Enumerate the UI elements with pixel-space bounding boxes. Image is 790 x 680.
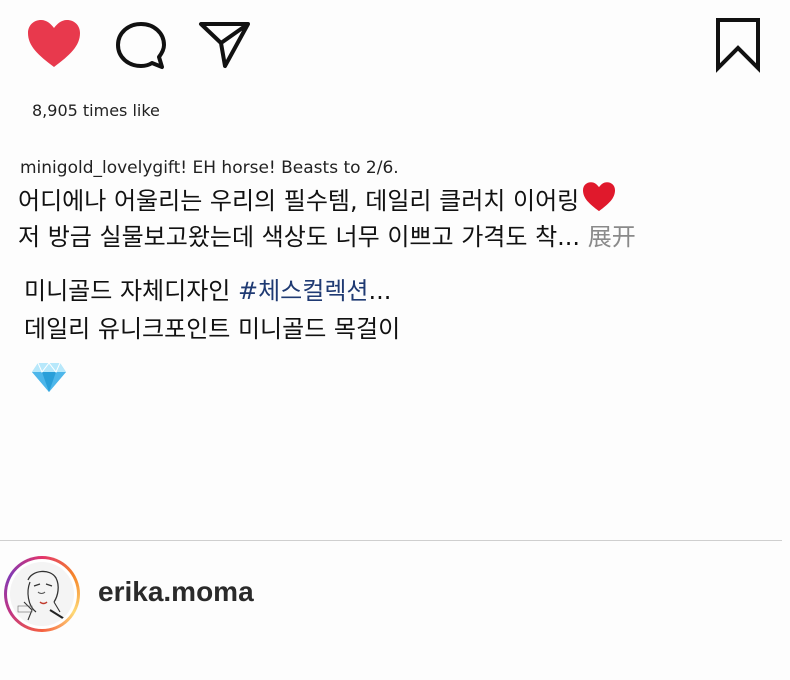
share-button[interactable] [198, 18, 252, 70]
caption-ellipsis: ... [368, 277, 392, 305]
bookmark-icon [716, 18, 760, 73]
comment-button[interactable] [114, 20, 168, 72]
avatar-border [7, 559, 77, 629]
caption-line-1: 어디에나 어울리는 우리의 필수템, 데일리 클러치 이어링 [18, 181, 758, 219]
caption-line-2: 저 방금 실물보고왔는데 색상도 너무 이쁘고 가격도 착... 展开 [18, 219, 758, 255]
caption-text-2: 저 방금 실물보고왔는데 색상도 너무 이쁘고 가격도 착... [18, 223, 581, 251]
caption-line-3: 미니골드 자체디자인 #체스컬렉션... [24, 272, 400, 310]
paper-plane-icon [199, 22, 250, 68]
expand-more-link[interactable]: 展开 [588, 223, 636, 251]
like-button[interactable] [26, 18, 82, 70]
caption-text-1: 어디에나 어울리는 우리의 필수템, 데일리 클러치 이어링 [18, 187, 580, 215]
caption-text-3: 미니골드 자체디자인 [24, 277, 238, 305]
caption-header: minigold_lovelygift! EH horse! Beasts to… [20, 158, 399, 178]
save-button[interactable] [714, 16, 762, 74]
avatar-image [10, 562, 74, 626]
red-heart-emoji-icon [583, 182, 616, 212]
profile-row: erika.moma [0, 552, 790, 680]
avatar-sketch-icon [17, 570, 67, 621]
hashtag-link[interactable]: #체스컬렉션 [238, 277, 369, 305]
heart-icon [28, 20, 80, 67]
post-action-bar [0, 0, 790, 90]
post-caption: minigold_lovelygift! EH horse! Beasts to… [18, 155, 758, 255]
likes-count[interactable]: 8,905 times like [32, 101, 160, 120]
divider [0, 540, 782, 541]
gem-icon [32, 362, 66, 392]
caption-line-4: 데일리 유니크포인트 미니골드 목걸이 [24, 315, 401, 343]
avatar[interactable] [4, 556, 80, 632]
profile-username[interactable]: erika.moma [98, 576, 254, 608]
post-caption-continued: 미니골드 자체디자인 #체스컬렉션... 데일리 유니크포인트 미니골드 목걸이 [24, 272, 400, 348]
comment-icon [116, 22, 166, 69]
